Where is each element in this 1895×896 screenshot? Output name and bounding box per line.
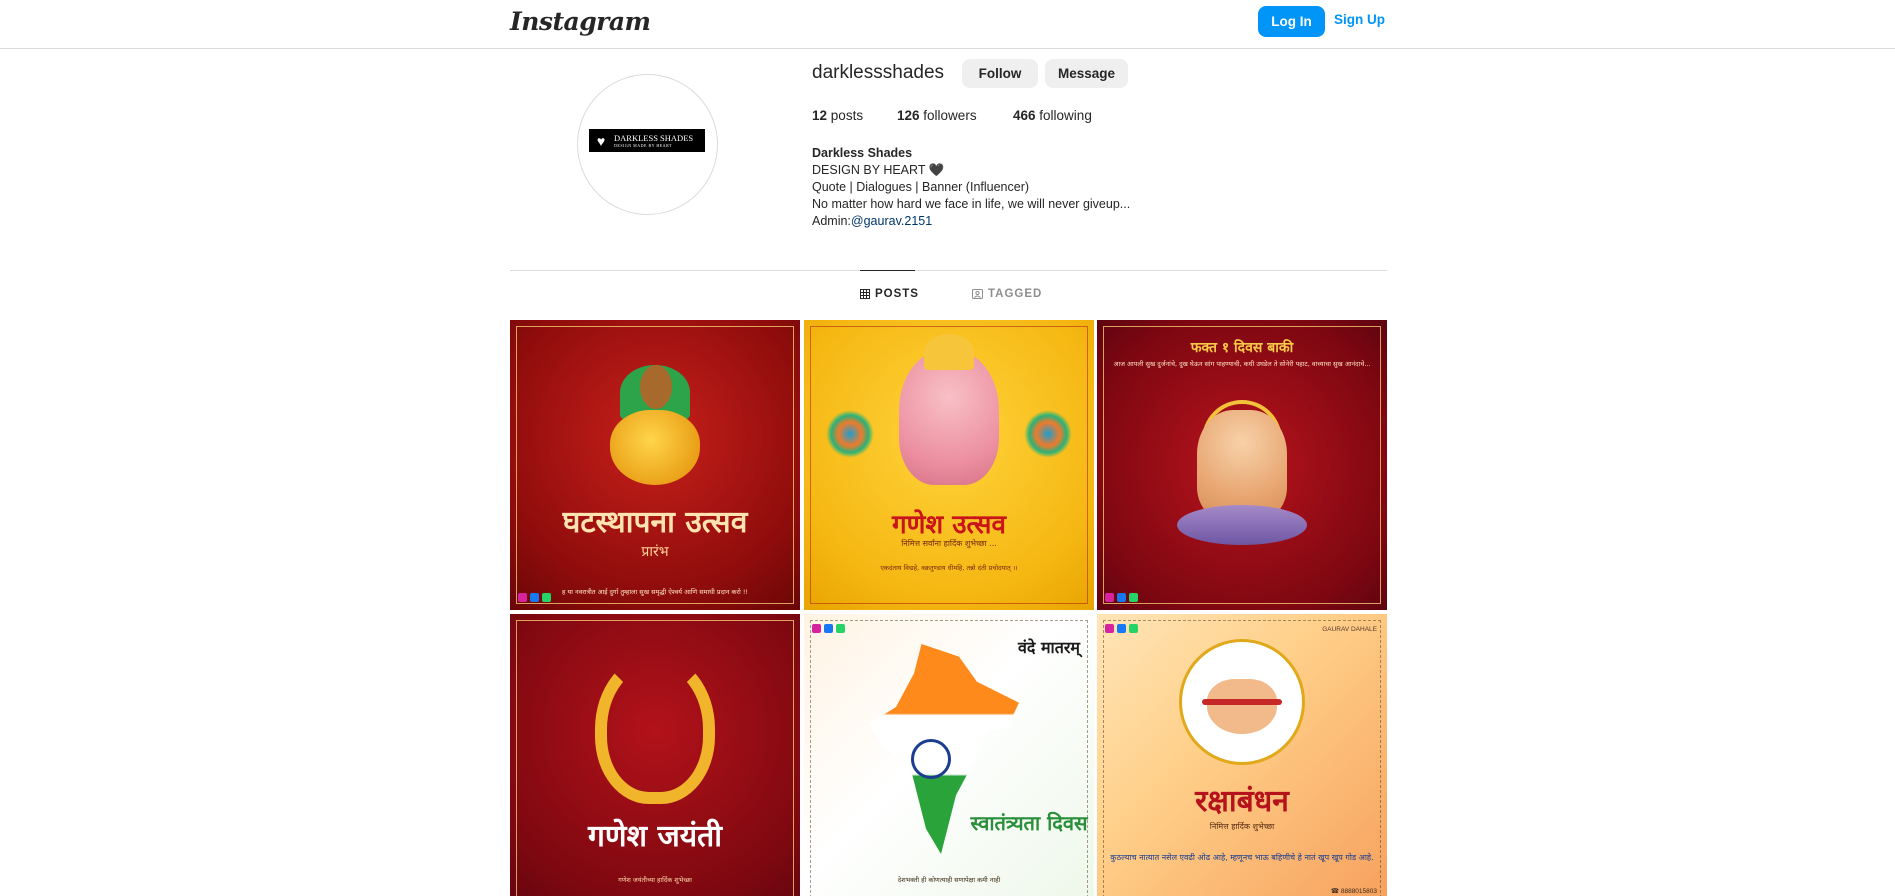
post-caption: गणेश जयंतीच्या हार्दिक शुभेच्छा [618,876,692,884]
followers-stat[interactable]: 126 followers [897,108,977,123]
social-icons [812,624,845,633]
rakhi-illustration [1202,699,1282,705]
bio-line: No matter how hard we face in life, we w… [812,197,1131,211]
ashoka-chakra-illustration [911,739,951,779]
post-title: रक्षाबंधन [1195,784,1289,819]
following-stat[interactable]: 466 following [1013,108,1092,123]
phone-icon: ☎ [1330,888,1340,895]
coconut-illustration [640,365,672,409]
tabs-divider [510,270,1387,271]
social-icons [1105,593,1138,602]
posts-label: posts [830,108,864,123]
post-title: स्वातंत्र्यता दिवस [970,811,1088,835]
signup-link[interactable]: Sign Up [1334,12,1385,27]
bio-line: DESIGN BY HEART 🖤 [812,163,945,177]
tab-tagged[interactable]: TAGGED [972,288,1042,300]
avatar-brand-logo: ♥ DARKLESS SHADES DESIGN MADE BY HEART [589,129,705,152]
followers-count: 126 [897,108,920,123]
posts-count: 12 [812,108,828,123]
ganesha-idol-illustration [1197,410,1287,520]
message-button[interactable]: Message [1045,59,1128,88]
whatsapp-icon [1129,593,1138,602]
follow-button[interactable]: Follow [962,59,1038,88]
post-thumbnail[interactable]: गणेश उत्सव निमित्त सर्वांना हार्दिक शुभे… [804,320,1094,610]
ganesha-illustration [899,350,999,485]
hand-illustration [1207,679,1277,734]
post-thumbnail[interactable]: वंदे मातरम् स्वातंत्र्यता दिवस देशभक्ती … [804,614,1094,896]
om-ganesha-illustration [595,654,715,804]
tab-tagged-label: TAGGED [988,288,1043,300]
post-title: गणेश उत्सव [892,510,1006,540]
post-brand: GAURAV DAHALE [1322,626,1377,633]
instagram-logo[interactable]: Instagram [510,7,651,36]
phone-number: 8888015803 [1340,888,1377,895]
whatsapp-icon [1129,624,1138,633]
heart-icon: ♥ [596,132,606,149]
grid-icon [860,289,870,299]
post-title: गणेश जयंती [588,819,722,854]
instagram-icon [518,593,527,602]
top-navigation-bar: Instagram Log In Sign Up [0,0,1895,49]
instagram-icon [812,624,821,633]
post-subtitle: निमित्त सर्वांना हार्दिक शुभेच्छा ... [901,539,997,548]
profile-full-name: Darkless Shades [812,146,913,160]
facebook-icon [1117,624,1126,633]
post-caption: देशभक्ती ही कोणत्याही सणापेक्षा कमी नाही [897,876,1001,884]
post-subtitle: प्रारंभ [641,544,669,560]
post-title: घटस्थापना उत्सव [562,505,748,540]
whatsapp-icon [836,624,845,633]
post-phone: ☎ 8888015803 [1331,887,1377,895]
followers-label: followers [923,108,977,123]
social-icons [518,593,551,602]
login-button[interactable]: Log In [1258,6,1325,37]
social-icons [1105,624,1138,633]
mandala-decoration [826,410,874,458]
post-thumbnail[interactable]: फक्त १ दिवस बाकी आज आपली सुख दुर्जनांचे,… [1097,320,1387,610]
instagram-icon [1105,593,1114,602]
posts-count-stat: 12 posts [812,108,863,123]
post-caption: एकदंताय विद्महे, वक्रतुण्डाय धीमहि, तन्न… [880,564,1018,572]
post-caption: ह या नवरात्रीत आई दुर्गा तुम्हाला सुख सम… [561,588,749,596]
facebook-icon [530,593,539,602]
ganesha-crown-illustration [924,334,974,370]
bio-line: Quote | Dialogues | Banner (Influencer) [812,180,1030,194]
active-tab-indicator [860,270,915,271]
tab-posts-label: POSTS [875,288,919,300]
mandala-decoration [1024,410,1072,458]
post-title: फक्त १ दिवस बाकी [1190,340,1294,356]
profile-username: darklessshades [812,62,945,83]
facebook-icon [1117,593,1126,602]
post-thumbnail[interactable]: गणेश जयंती गणेश जयंतीच्या हार्दिक शुभेच्… [510,614,800,896]
kalash-illustration [610,410,700,485]
instagram-icon [1105,624,1114,633]
whatsapp-icon [542,593,551,602]
following-label: following [1039,108,1092,123]
avatar-brand-tagline: DESIGN MADE BY HEART [614,142,672,148]
admin-prefix: Admin: [812,214,851,228]
post-caption: आज आपली सुख दुर्जनांचे, दुख घेऊन सांग पा… [1113,360,1371,368]
post-caption: कुठल्याच नात्यात नसेल एवढी ओढ आहे, म्हणू… [1110,853,1374,862]
tab-posts[interactable]: POSTS [860,288,919,300]
facebook-icon [824,624,833,633]
bio-admin-line: Admin:@gaurav.2151 [812,213,1130,230]
post-thumbnail[interactable]: घटस्थापना उत्सव प्रारंभ ह या नवरात्रीत आ… [510,320,800,610]
idol-base-illustration [1177,505,1307,545]
admin-handle-link[interactable]: @gaurav.2151 [851,214,932,228]
profile-bio: Darkless Shades DESIGN BY HEART 🖤 Quote … [812,145,1130,230]
profile-avatar[interactable]: ♥ DARKLESS SHADES DESIGN MADE BY HEART [577,74,718,215]
post-thumbnail[interactable]: GAURAV DAHALE रक्षाबंधन निमित्त हार्दिक … [1097,614,1387,896]
following-count: 466 [1013,108,1036,123]
avatar-brand-name: DARKLESS SHADES [614,132,694,143]
post-subtitle: निमित्त हार्दिक शुभेच्छा [1209,822,1275,831]
tag-icon [972,289,983,299]
